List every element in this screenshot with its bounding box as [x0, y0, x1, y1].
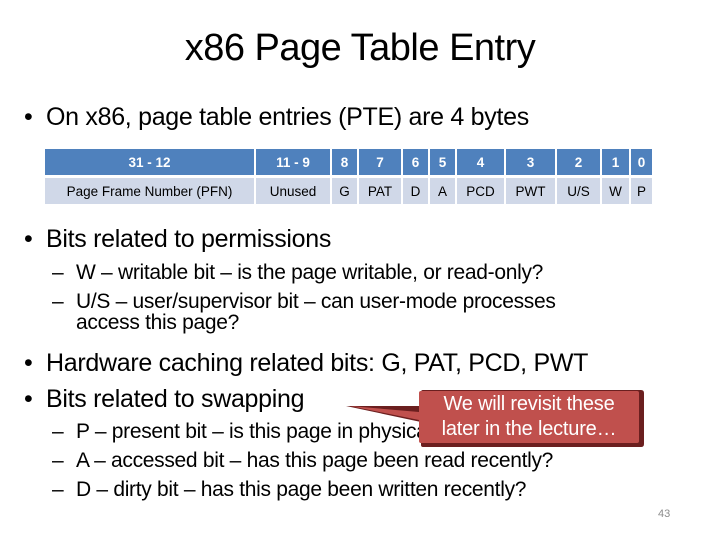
bit-range-cell: 5 [430, 149, 455, 175]
bit-range-cell: 4 [457, 149, 504, 175]
page-number: 43 [658, 508, 671, 520]
field-cell: PCD [457, 178, 504, 204]
sub-bullet-writable: – W – writable bit – is the page writable… [52, 261, 543, 285]
pte-bit-layout-table: 31 - 12 11 - 9 8 7 6 5 4 3 2 1 0 Page Fr… [43, 146, 654, 207]
bullet-marker: • [24, 225, 33, 253]
bullet-text: Hardware caching related bits: G, PAT, P… [46, 349, 589, 377]
field-cell: W [602, 178, 629, 204]
field-cell: U/S [557, 178, 600, 204]
bullet-marker: • [24, 385, 33, 413]
sub-bullet-text: D – dirty bit – has this page been writt… [76, 478, 527, 501]
bit-range-cell: 0 [631, 149, 652, 175]
bit-range-cell: 1 [602, 149, 629, 175]
field-cell: PWT [506, 178, 555, 204]
field-cell: A [430, 178, 455, 204]
bullet-marker: • [24, 103, 33, 131]
sub-bullet-marker: – [52, 261, 64, 284]
field-cell: G [332, 178, 357, 204]
bit-range-cell: 3 [506, 149, 555, 175]
sub-bullet-marker: – [52, 449, 64, 472]
sub-bullet-continuation: access this page? [76, 311, 240, 334]
table-field-row: Page Frame Number (PFN) Unused G PAT D A… [45, 178, 652, 204]
bullet-caching: • Hardware caching related bits: G, PAT, … [24, 348, 588, 378]
sub-bullet-text: W – writable bit – is the page writable,… [76, 261, 544, 284]
field-cell: PAT [359, 178, 401, 204]
bit-range-cell: 11 - 9 [256, 149, 330, 175]
bullet-text: On x86, page table entries (PTE) are 4 b… [46, 103, 529, 131]
table-header-row: 31 - 12 11 - 9 8 7 6 5 4 3 2 1 0 [45, 149, 652, 175]
bullet-permissions: • Bits related to permissions [24, 224, 331, 254]
callout-text: We will revisit these later in the lectu… [420, 392, 638, 442]
slide-title: x86 Page Table Entry [184, 27, 536, 69]
bullet-marker: • [24, 349, 33, 377]
bullet-text: Bits related to permissions [46, 225, 332, 253]
field-cell: P [631, 178, 652, 204]
bit-range-cell: 6 [403, 149, 428, 175]
sub-bullet-text: U/S – user/supervisor bit – can user-mod… [76, 290, 556, 313]
callout-line-1: We will revisit these [443, 393, 615, 415]
bit-range-cell: 7 [359, 149, 401, 175]
slide: x86 Page Table Entry • On x86, page table… [0, 0, 720, 540]
callout-line-2: later in the lecture… [441, 418, 617, 440]
bit-range-cell: 2 [557, 149, 600, 175]
bit-range-cell: 31 - 12 [45, 149, 254, 175]
bullet-swapping: • Bits related to swapping [24, 384, 305, 414]
sub-bullet-text: A – accessed bit – has this page been re… [76, 449, 554, 472]
sub-bullet-marker: – [52, 420, 64, 443]
field-cell: Page Frame Number (PFN) [45, 178, 254, 204]
sub-bullet-marker: – [52, 290, 64, 313]
sub-bullet-accessed: – A – accessed bit – has this page been r… [52, 449, 553, 473]
bullet-text: Bits related to swapping [46, 385, 305, 413]
bit-range-cell: 8 [332, 149, 357, 175]
sub-bullet-dirty: – D – dirty bit – has this page been writ… [52, 478, 526, 502]
field-cell: D [403, 178, 428, 204]
sub-bullet-marker: – [52, 478, 64, 501]
field-cell: Unused [256, 178, 330, 204]
bullet-pte-size: • On x86, page table entries (PTE) are 4 … [24, 102, 529, 132]
